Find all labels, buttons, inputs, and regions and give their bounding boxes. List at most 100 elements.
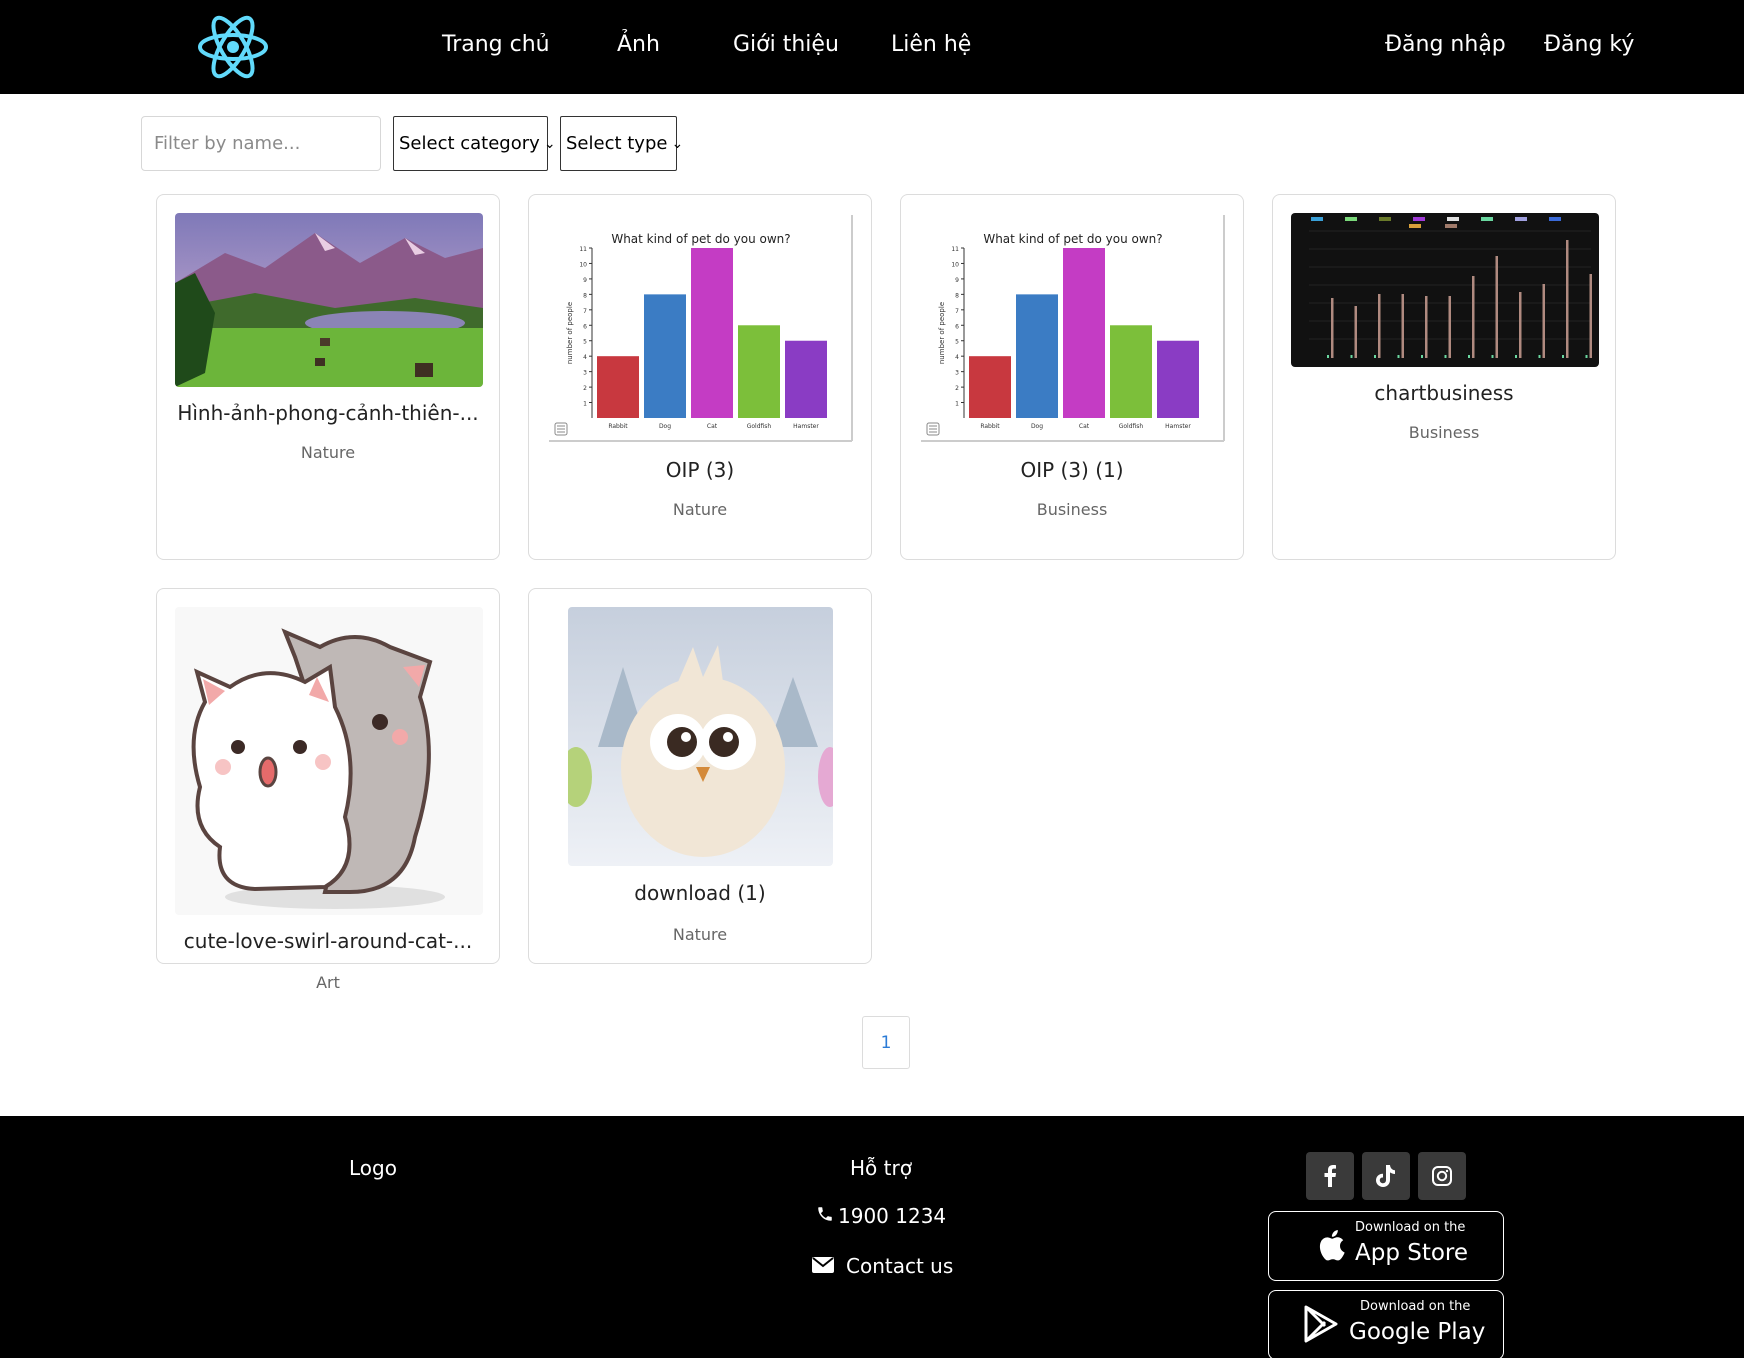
- chevron-down-icon: ⌄: [543, 135, 556, 152]
- image-card[interactable]: What kind of pet do you own? 1 2 3 4 5 6 7 8 9 10 1…: [900, 194, 1244, 560]
- pet-chart-ytick: 4: [583, 354, 587, 361]
- image-card[interactable]: download (1) Nature: [528, 588, 872, 964]
- react-atom-icon[interactable]: [196, 13, 270, 81]
- pet-bar-chart: What kind of pet do you own? 1 2 3 4 5 6 7 8 9 10 1…: [919, 213, 1227, 443]
- card-category: Business: [1036, 500, 1108, 519]
- nav-link-about[interactable]: Giới thiệu: [733, 32, 839, 57]
- google-play-icon: [1303, 1305, 1339, 1347]
- footer-contact-link[interactable]: Contact us: [812, 1254, 953, 1278]
- pet-chart-xtick: Cat: [1079, 423, 1090, 430]
- pet-chart-ytick: 9: [955, 277, 959, 284]
- biz-chart-bar: [1327, 355, 1329, 358]
- filter-name-input[interactable]: [141, 116, 381, 171]
- google-play-small-text: Download on the: [1360, 1299, 1471, 1314]
- footer-support-title: Hỗ trợ: [850, 1156, 912, 1180]
- pet-chart-xtick: Dog: [1031, 423, 1043, 430]
- card-category: Business: [1408, 423, 1480, 442]
- card-title: download (1): [634, 881, 766, 905]
- card-category: Art: [316, 973, 340, 992]
- card-category: Nature: [300, 443, 356, 462]
- footer-logo: Logo: [349, 1156, 397, 1180]
- image-card[interactable]: What kind of pet do you own? 1 2 3 4 5 6 7 8 9 10 1…: [528, 194, 872, 560]
- card-image[interactable]: What kind of pet do you own? 1 2 3 4 5 6 7 8 9 10 1…: [547, 213, 855, 443]
- envelope-icon: [812, 1254, 846, 1278]
- biz-chart-bar: [1468, 355, 1470, 358]
- pet-bar-chart: What kind of pet do you own? 1 2 3 4 5 6 7 8 9 10 1…: [547, 213, 855, 443]
- pet-chart-ytick: 10: [951, 261, 959, 268]
- nav-link-register[interactable]: Đăng ký: [1544, 32, 1634, 57]
- footer-phone[interactable]: 1900 1234: [816, 1204, 946, 1228]
- biz-chart-bar: [1472, 276, 1475, 358]
- pet-chart-title: What kind of pet do you own?: [611, 232, 790, 246]
- card-category: Nature: [672, 925, 728, 944]
- legend-swatch: [1413, 217, 1425, 221]
- image-card[interactable]: chartbusiness Business: [1272, 194, 1616, 560]
- card-image[interactable]: [175, 607, 483, 915]
- pet-chart-ytick: 1: [583, 401, 587, 408]
- nav-link-login[interactable]: Đăng nhập: [1385, 32, 1506, 57]
- nav-link-contact[interactable]: Liên hệ: [891, 32, 971, 57]
- biz-chart-bar: [1562, 355, 1564, 358]
- pet-chart-bar: [1016, 294, 1058, 418]
- pet-chart-ytick: 8: [955, 292, 959, 299]
- legend-swatch: [1481, 217, 1493, 221]
- pagination-page-1[interactable]: 1: [862, 1016, 910, 1069]
- pet-chart-ylabel: number of people: [566, 302, 574, 364]
- biz-chart-bar: [1495, 256, 1498, 358]
- pet-chart-ylabel: number of people: [938, 302, 946, 364]
- instagram-icon[interactable]: [1418, 1152, 1466, 1200]
- card-category: Nature: [672, 500, 728, 519]
- pet-chart-ytick: 10: [579, 261, 587, 268]
- pet-chart-bar: [1157, 340, 1199, 418]
- type-select-label: Select type: [566, 133, 668, 154]
- pet-chart-ytick: 7: [583, 308, 587, 315]
- biz-chart-bar: [1331, 298, 1334, 358]
- image-card[interactable]: Hình-ảnh-phong-cảnh-thiên-... Nature: [156, 194, 500, 560]
- card-image[interactable]: [175, 213, 483, 387]
- app-store-small-text: Download on the: [1355, 1220, 1466, 1235]
- nav-link-home[interactable]: Trang chủ: [442, 32, 550, 57]
- pet-chart-bar: [1063, 248, 1105, 418]
- pet-chart-xtick: Hamster: [793, 423, 819, 430]
- legend-swatch: [1311, 217, 1323, 221]
- legend-swatch: [1379, 217, 1391, 221]
- pet-chart-ytick: 3: [583, 370, 587, 377]
- biz-chart-bar: [1354, 306, 1357, 358]
- card-title: chartbusiness: [1374, 381, 1514, 405]
- contact-label: Contact us: [846, 1254, 954, 1278]
- card-image[interactable]: [1291, 213, 1599, 367]
- tiktok-icon[interactable]: [1362, 1152, 1410, 1200]
- card-image[interactable]: [568, 607, 833, 866]
- app-store-button[interactable]: Download on the App Store: [1268, 1211, 1504, 1281]
- pet-chart-ytick: 8: [583, 292, 587, 299]
- facebook-icon[interactable]: [1306, 1152, 1354, 1200]
- pet-chart-xtick: Rabbit: [608, 423, 628, 430]
- biz-chart-bar: [1350, 355, 1353, 358]
- pet-chart-xtick: Dog: [659, 423, 671, 430]
- pet-chart-ytick: 2: [583, 385, 587, 392]
- footer: Logo Hỗ trợ 1900 1234 Contact us Downloa…: [0, 1116, 1744, 1358]
- biz-chart-bar: [1542, 284, 1545, 358]
- phone-number: 1900 1234: [838, 1204, 947, 1228]
- card-title: cute-love-swirl-around-cat-...: [183, 929, 473, 953]
- biz-chart-bar: [1566, 240, 1569, 358]
- card-title: Hình-ảnh-phong-cảnh-thiên-...: [177, 401, 479, 425]
- pet-chart-bar: [785, 340, 827, 418]
- pet-chart-ytick: 9: [583, 277, 587, 284]
- biz-chart-bar: [1444, 355, 1447, 358]
- category-select[interactable]: Select category ⌄: [393, 116, 556, 171]
- legend-swatch: [1447, 217, 1459, 221]
- biz-chart-bar: [1378, 294, 1381, 358]
- card-image[interactable]: What kind of pet do you own? 1 2 3 4 5 6 7 8 9 10 1…: [919, 213, 1227, 443]
- nav-link-photos[interactable]: Ảnh: [617, 32, 660, 57]
- pet-chart-bar: [969, 356, 1011, 418]
- pet-chart-bar: [691, 248, 733, 418]
- google-play-button[interactable]: Download on the Google Play: [1268, 1290, 1504, 1358]
- biz-chart-bar: [1519, 292, 1522, 358]
- card-title: OIP (3) (1): [1020, 458, 1124, 482]
- image-card[interactable]: cute-love-swirl-around-cat-... Art: [156, 588, 500, 992]
- google-play-big-text: Google Play: [1349, 1319, 1486, 1345]
- type-select[interactable]: Select type ⌄: [560, 116, 683, 171]
- biz-chart-bar: [1589, 274, 1592, 358]
- pet-chart-ytick: 6: [955, 323, 959, 330]
